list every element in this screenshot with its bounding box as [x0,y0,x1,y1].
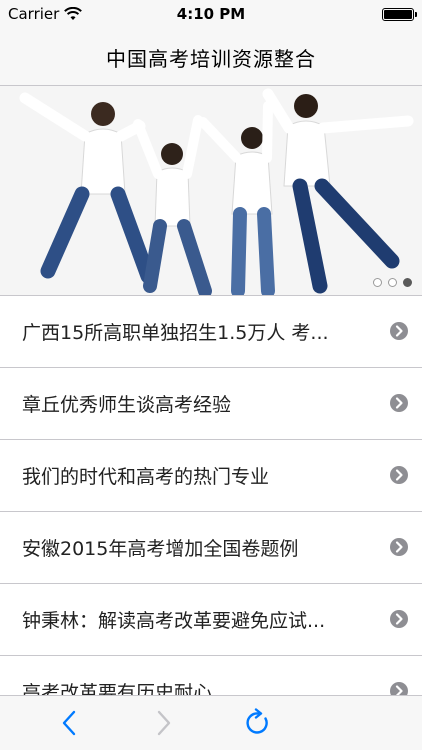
chevron-right-icon[interactable] [390,610,408,628]
navigation-bar: 中国高考培训资源整合 [0,29,422,86]
news-list: 广西15所高职单独招生1.5万人 考... 章丘优秀师生谈高考经验 我们的时代和… [0,295,422,696]
battery-icon [382,8,417,21]
bottom-toolbar [0,695,422,750]
list-item[interactable]: 我们的时代和高考的热门专业 [0,440,422,512]
chevron-right-icon[interactable] [390,538,408,556]
chevron-right-icon[interactable] [390,322,408,340]
banner-photo [0,86,422,295]
chevron-right-icon[interactable] [390,466,408,484]
list-item[interactable]: 钟秉林：解读高考改革要避免应试... [0,584,422,656]
list-item[interactable]: 章丘优秀师生谈高考经验 [0,368,422,440]
banner-carousel[interactable] [0,86,422,295]
list-item-label: 章丘优秀师生谈高考经验 [22,394,232,416]
page-dot[interactable] [388,278,397,287]
list-item-label: 安徽2015年高考增加全国卷题例 [22,538,299,560]
forward-button[interactable] [148,708,178,738]
page-indicator[interactable] [373,278,412,287]
page-title: 中国高考培训资源整合 [106,47,316,71]
chevron-right-icon[interactable] [390,394,408,412]
list-item[interactable]: 安徽2015年高考增加全国卷题例 [0,512,422,584]
status-bar: Carrier 4:10 PM [0,0,422,29]
list-item[interactable]: 广西15所高职单独招生1.5万人 考... [0,296,422,368]
page-dot-active[interactable] [403,278,412,287]
list-item-label: 高考改革要有历史耐心 [22,682,213,696]
clock: 4:10 PM [176,5,246,23]
page-dot[interactable] [373,278,382,287]
reload-icon [246,708,268,734]
chevron-left-icon [62,710,76,736]
reload-button[interactable] [243,708,273,738]
list-item-label: 我们的时代和高考的热门专业 [22,466,270,488]
chevron-right-icon[interactable] [390,682,408,696]
list-item-label: 钟秉林：解读高考改革要避免应试... [22,610,326,632]
back-button[interactable] [55,708,85,738]
list-item[interactable]: 高考改革要有历史耐心 [0,656,422,696]
list-item-label: 广西15所高职单独招生1.5万人 考... [22,322,329,344]
chevron-right-icon [157,710,171,736]
